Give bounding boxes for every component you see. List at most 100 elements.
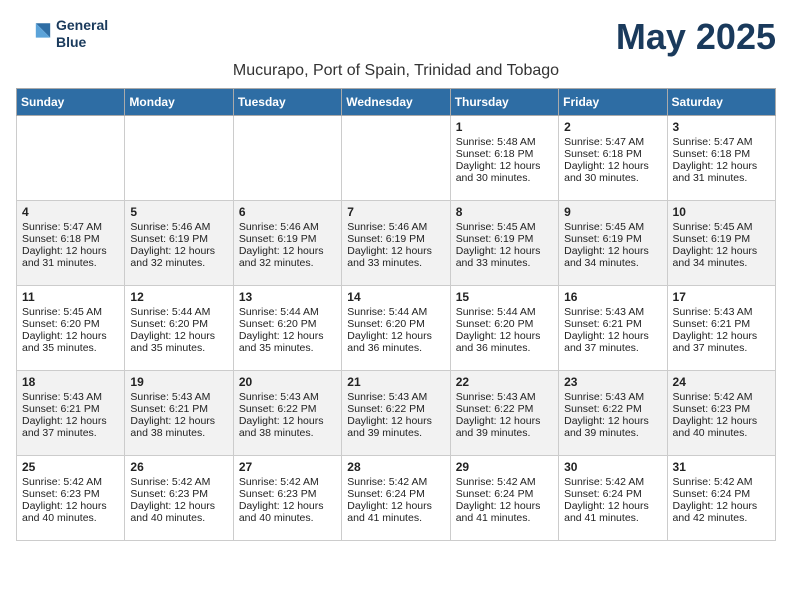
calendar-cell: 12Sunrise: 5:44 AMSunset: 6:20 PMDayligh… [125, 286, 233, 371]
weekday-header-cell: Thursday [450, 89, 558, 116]
sunset-text: Sunset: 6:24 PM [347, 488, 444, 500]
sunrise-text: Sunrise: 5:43 AM [456, 391, 553, 403]
logo-line1: General [56, 17, 108, 34]
day-number: 7 [347, 205, 444, 219]
sunrise-text: Sunrise: 5:42 AM [564, 476, 661, 488]
calendar-cell: 23Sunrise: 5:43 AMSunset: 6:22 PMDayligh… [559, 371, 667, 456]
daylight-text: Daylight: 12 hours and 37 minutes. [564, 330, 661, 354]
sunset-text: Sunset: 6:24 PM [673, 488, 770, 500]
daylight-text: Daylight: 12 hours and 38 minutes. [130, 415, 227, 439]
calendar-cell: 6Sunrise: 5:46 AMSunset: 6:19 PMDaylight… [233, 201, 341, 286]
weekday-header-row: SundayMondayTuesdayWednesdayThursdayFrid… [17, 89, 776, 116]
sunset-text: Sunset: 6:20 PM [239, 318, 336, 330]
sunrise-text: Sunrise: 5:44 AM [239, 306, 336, 318]
sunrise-text: Sunrise: 5:42 AM [239, 476, 336, 488]
daylight-text: Daylight: 12 hours and 39 minutes. [456, 415, 553, 439]
daylight-text: Daylight: 12 hours and 34 minutes. [564, 245, 661, 269]
day-number: 10 [673, 205, 770, 219]
sunrise-text: Sunrise: 5:48 AM [456, 136, 553, 148]
header: General Blue May 2025 [16, 16, 776, 58]
calendar-cell: 24Sunrise: 5:42 AMSunset: 6:23 PMDayligh… [667, 371, 775, 456]
sunrise-text: Sunrise: 5:43 AM [673, 306, 770, 318]
sunset-text: Sunset: 6:23 PM [130, 488, 227, 500]
calendar-cell: 18Sunrise: 5:43 AMSunset: 6:21 PMDayligh… [17, 371, 125, 456]
daylight-text: Daylight: 12 hours and 42 minutes. [673, 500, 770, 524]
sunset-text: Sunset: 6:19 PM [673, 233, 770, 245]
day-number: 9 [564, 205, 661, 219]
daylight-text: Daylight: 12 hours and 32 minutes. [130, 245, 227, 269]
day-number: 25 [22, 460, 119, 474]
day-number: 21 [347, 375, 444, 389]
day-number: 20 [239, 375, 336, 389]
sunset-text: Sunset: 6:19 PM [130, 233, 227, 245]
day-number: 11 [22, 290, 119, 304]
calendar-row: 18Sunrise: 5:43 AMSunset: 6:21 PMDayligh… [17, 371, 776, 456]
day-number: 2 [564, 120, 661, 134]
daylight-text: Daylight: 12 hours and 39 minutes. [564, 415, 661, 439]
day-number: 28 [347, 460, 444, 474]
daylight-text: Daylight: 12 hours and 31 minutes. [22, 245, 119, 269]
sunrise-text: Sunrise: 5:43 AM [564, 306, 661, 318]
month-title: May 2025 [616, 16, 776, 58]
daylight-text: Daylight: 12 hours and 41 minutes. [564, 500, 661, 524]
sunset-text: Sunset: 6:23 PM [673, 403, 770, 415]
calendar-cell: 3Sunrise: 5:47 AMSunset: 6:18 PMDaylight… [667, 116, 775, 201]
daylight-text: Daylight: 12 hours and 31 minutes. [673, 160, 770, 184]
calendar-table: SundayMondayTuesdayWednesdayThursdayFrid… [16, 88, 776, 541]
sunrise-text: Sunrise: 5:46 AM [347, 221, 444, 233]
calendar-body: 1Sunrise: 5:48 AMSunset: 6:18 PMDaylight… [17, 116, 776, 541]
daylight-text: Daylight: 12 hours and 33 minutes. [456, 245, 553, 269]
daylight-text: Daylight: 12 hours and 39 minutes. [347, 415, 444, 439]
daylight-text: Daylight: 12 hours and 40 minutes. [673, 415, 770, 439]
daylight-text: Daylight: 12 hours and 37 minutes. [673, 330, 770, 354]
day-number: 31 [673, 460, 770, 474]
day-number: 8 [456, 205, 553, 219]
weekday-header-cell: Tuesday [233, 89, 341, 116]
calendar-cell: 5Sunrise: 5:46 AMSunset: 6:19 PMDaylight… [125, 201, 233, 286]
calendar-cell: 4Sunrise: 5:47 AMSunset: 6:18 PMDaylight… [17, 201, 125, 286]
calendar-cell: 15Sunrise: 5:44 AMSunset: 6:20 PMDayligh… [450, 286, 558, 371]
sunset-text: Sunset: 6:19 PM [456, 233, 553, 245]
day-number: 13 [239, 290, 336, 304]
sunrise-text: Sunrise: 5:42 AM [673, 391, 770, 403]
sunrise-text: Sunrise: 5:45 AM [564, 221, 661, 233]
sunset-text: Sunset: 6:22 PM [564, 403, 661, 415]
sunrise-text: Sunrise: 5:47 AM [564, 136, 661, 148]
day-number: 16 [564, 290, 661, 304]
calendar-cell: 14Sunrise: 5:44 AMSunset: 6:20 PMDayligh… [342, 286, 450, 371]
sunrise-text: Sunrise: 5:42 AM [347, 476, 444, 488]
calendar-cell: 16Sunrise: 5:43 AMSunset: 6:21 PMDayligh… [559, 286, 667, 371]
sunrise-text: Sunrise: 5:43 AM [22, 391, 119, 403]
calendar-cell [342, 116, 450, 201]
day-number: 30 [564, 460, 661, 474]
daylight-text: Daylight: 12 hours and 30 minutes. [564, 160, 661, 184]
sunrise-text: Sunrise: 5:44 AM [130, 306, 227, 318]
weekday-header-cell: Saturday [667, 89, 775, 116]
sunset-text: Sunset: 6:23 PM [22, 488, 119, 500]
sunrise-text: Sunrise: 5:45 AM [673, 221, 770, 233]
logo-icon [16, 16, 52, 52]
sunset-text: Sunset: 6:20 PM [22, 318, 119, 330]
daylight-text: Daylight: 12 hours and 36 minutes. [456, 330, 553, 354]
daylight-text: Daylight: 12 hours and 41 minutes. [456, 500, 553, 524]
calendar-cell: 21Sunrise: 5:43 AMSunset: 6:22 PMDayligh… [342, 371, 450, 456]
sunrise-text: Sunrise: 5:45 AM [22, 306, 119, 318]
daylight-text: Daylight: 12 hours and 35 minutes. [22, 330, 119, 354]
day-number: 6 [239, 205, 336, 219]
calendar-cell: 27Sunrise: 5:42 AMSunset: 6:23 PMDayligh… [233, 456, 341, 541]
sunrise-text: Sunrise: 5:44 AM [456, 306, 553, 318]
weekday-header-cell: Monday [125, 89, 233, 116]
calendar-row: 11Sunrise: 5:45 AMSunset: 6:20 PMDayligh… [17, 286, 776, 371]
logo-line2: Blue [56, 34, 108, 51]
sunrise-text: Sunrise: 5:42 AM [673, 476, 770, 488]
sunrise-text: Sunrise: 5:42 AM [456, 476, 553, 488]
sunset-text: Sunset: 6:21 PM [22, 403, 119, 415]
sunrise-text: Sunrise: 5:43 AM [239, 391, 336, 403]
sunset-text: Sunset: 6:19 PM [564, 233, 661, 245]
sunset-text: Sunset: 6:24 PM [564, 488, 661, 500]
sunset-text: Sunset: 6:18 PM [673, 148, 770, 160]
calendar-row: 4Sunrise: 5:47 AMSunset: 6:18 PMDaylight… [17, 201, 776, 286]
sunrise-text: Sunrise: 5:42 AM [130, 476, 227, 488]
sunrise-text: Sunrise: 5:47 AM [673, 136, 770, 148]
sunset-text: Sunset: 6:24 PM [456, 488, 553, 500]
